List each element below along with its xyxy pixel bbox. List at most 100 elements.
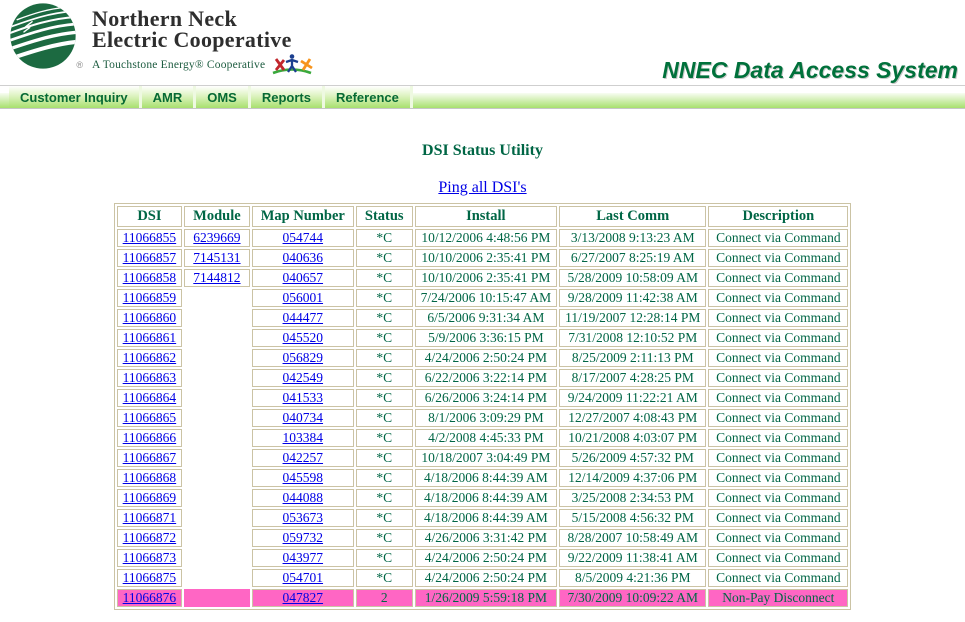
- dsi-cell: 11066858: [117, 269, 183, 287]
- map-number-cell: 041533: [252, 389, 354, 407]
- table-row: 11066863042549*C6/22/2006 3:22:14 PM8/17…: [117, 369, 849, 387]
- dsi-link[interactable]: 11066875: [123, 570, 177, 585]
- map-number-link[interactable]: 045598: [283, 470, 324, 485]
- map-number-link[interactable]: 041533: [283, 390, 324, 405]
- dsi-cell: 11066867: [117, 449, 183, 467]
- dsi-link[interactable]: 11066863: [123, 370, 177, 385]
- map-number-link[interactable]: 045520: [283, 330, 324, 345]
- table-row: 11066875054701*C4/24/2006 2:50:24 PM8/5/…: [117, 569, 849, 587]
- dsi-link[interactable]: 11066861: [123, 330, 177, 345]
- module-cell-empty: [184, 389, 250, 407]
- dsi-link[interactable]: 11066873: [123, 550, 177, 565]
- table-row: 11066867042257*C10/18/2007 3:04:49 PM5/2…: [117, 449, 849, 467]
- dsi-cell: 11066869: [117, 489, 183, 507]
- dsi-link[interactable]: 11066867: [123, 450, 177, 465]
- map-number-link[interactable]: 044477: [283, 310, 324, 325]
- status-cell: *C: [356, 249, 413, 267]
- module-cell-empty: [184, 369, 250, 387]
- dsi-cell: 11066859: [117, 289, 183, 307]
- nav-tab-amr[interactable]: AMR: [142, 86, 197, 108]
- map-number-link[interactable]: 040636: [283, 250, 324, 265]
- dsi-link[interactable]: 11066859: [123, 290, 177, 305]
- status-cell: *C: [356, 369, 413, 387]
- map-number-cell: 044477: [252, 309, 354, 327]
- dsi-link[interactable]: 11066858: [123, 270, 177, 285]
- map-number-link[interactable]: 040734: [283, 410, 324, 425]
- module-link[interactable]: 7144812: [193, 270, 240, 285]
- status-cell: *C: [356, 549, 413, 567]
- map-number-cell: 043977: [252, 549, 354, 567]
- column-header-description: Description: [708, 206, 848, 227]
- map-number-link[interactable]: 042549: [283, 370, 324, 385]
- module-link[interactable]: 7145131: [193, 250, 240, 265]
- status-cell: *C: [356, 409, 413, 427]
- last-comm-cell: 8/25/2009 2:11:13 PM: [559, 349, 706, 367]
- dsi-link[interactable]: 11066876: [123, 590, 177, 605]
- last-comm-cell: 9/24/2009 11:22:21 AM: [559, 389, 706, 407]
- dsi-link[interactable]: 11066865: [123, 410, 177, 425]
- last-comm-cell: 6/27/2007 8:25:19 AM: [559, 249, 706, 267]
- map-number-cell: 045598: [252, 469, 354, 487]
- install-cell: 4/18/2006 8:44:39 AM: [415, 489, 558, 507]
- map-number-link[interactable]: 053673: [283, 510, 324, 525]
- last-comm-cell: 7/30/2009 10:09:22 AM: [559, 589, 706, 607]
- module-cell: 6239669: [184, 229, 250, 247]
- dsi-link[interactable]: 11066871: [123, 510, 177, 525]
- install-cell: 4/18/2006 8:44:39 AM: [415, 509, 558, 527]
- map-number-link[interactable]: 040657: [283, 270, 324, 285]
- map-number-link[interactable]: 103384: [283, 430, 324, 445]
- map-number-link[interactable]: 042257: [283, 450, 324, 465]
- dsi-cell: 11066873: [117, 549, 183, 567]
- dsi-link[interactable]: 11066869: [123, 490, 177, 505]
- table-row: 11066872059732*C4/26/2006 3:31:42 PM8/28…: [117, 529, 849, 547]
- ping-all-dsis-link[interactable]: Ping all DSI's: [438, 179, 526, 196]
- install-cell: 5/9/2006 3:36:15 PM: [415, 329, 558, 347]
- description-cell: Connect via Command: [708, 229, 848, 247]
- dsi-link[interactable]: 11066857: [123, 250, 177, 265]
- dsi-link[interactable]: 11066860: [123, 310, 177, 325]
- description-cell: Connect via Command: [708, 529, 848, 547]
- dsi-link[interactable]: 11066855: [123, 230, 177, 245]
- map-number-link[interactable]: 047827: [283, 590, 324, 605]
- table-row: 11066862056829*C4/24/2006 2:50:24 PM8/25…: [117, 349, 849, 367]
- map-number-link[interactable]: 059732: [283, 530, 324, 545]
- dsi-link[interactable]: 11066872: [123, 530, 177, 545]
- map-number-link[interactable]: 054744: [283, 230, 324, 245]
- module-cell-empty: [184, 489, 250, 507]
- map-number-cell: 056001: [252, 289, 354, 307]
- dsi-cell: 11066872: [117, 529, 183, 547]
- dsi-cell: 11066865: [117, 409, 183, 427]
- dsi-link[interactable]: 11066862: [123, 350, 177, 365]
- dsi-link[interactable]: 11066864: [123, 390, 177, 405]
- last-comm-cell: 3/25/2008 2:34:53 PM: [559, 489, 706, 507]
- description-cell: Connect via Command: [708, 269, 848, 287]
- module-link[interactable]: 6239669: [193, 230, 240, 245]
- nav-tab-oms[interactable]: OMS: [196, 86, 251, 108]
- nav-tab-customer-inquiry[interactable]: Customer Inquiry: [9, 86, 142, 108]
- module-cell-empty: [184, 589, 250, 607]
- map-number-link[interactable]: 054701: [283, 570, 324, 585]
- touchstone-energy-logo-icon: [270, 53, 314, 77]
- module-cell-empty: [184, 509, 250, 527]
- last-comm-cell: 5/26/2009 4:57:32 PM: [559, 449, 706, 467]
- map-number-link[interactable]: 056829: [283, 350, 324, 365]
- dsi-link[interactable]: 11066866: [123, 430, 177, 445]
- map-number-link[interactable]: 043977: [283, 550, 324, 565]
- map-number-link[interactable]: 044088: [283, 490, 324, 505]
- dsi-link[interactable]: 11066868: [123, 470, 177, 485]
- dsi-table-body: 110668556239669054744*C10/12/2006 4:48:5…: [117, 229, 849, 607]
- description-cell: Connect via Command: [708, 369, 848, 387]
- table-row: 11066864041533*C6/26/2006 3:24:14 PM9/24…: [117, 389, 849, 407]
- nnec-logo: ® Northern Neck Electric Cooperative A T…: [9, 2, 314, 77]
- map-number-link[interactable]: 056001: [283, 290, 324, 305]
- map-number-cell: 042549: [252, 369, 354, 387]
- nav-tab-reports[interactable]: Reports: [251, 86, 325, 108]
- menu-bar-lead-strip: [0, 93, 9, 108]
- last-comm-cell: 12/14/2009 4:37:06 PM: [559, 469, 706, 487]
- nav-tab-reference[interactable]: Reference: [325, 86, 413, 108]
- touchstone-tagline: A Touchstone Energy® Cooperative: [92, 59, 265, 71]
- dsi-cell: 11066863: [117, 369, 183, 387]
- description-cell: Connect via Command: [708, 429, 848, 447]
- dsi-cell: 11066860: [117, 309, 183, 327]
- install-cell: 10/18/2007 3:04:49 PM: [415, 449, 558, 467]
